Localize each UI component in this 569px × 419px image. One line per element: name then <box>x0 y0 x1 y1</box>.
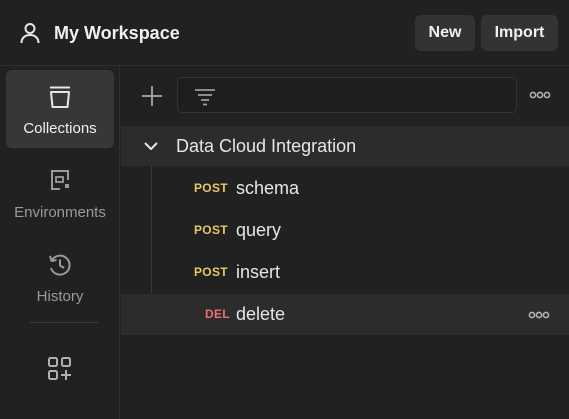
request-item[interactable]: POST insert <box>121 252 569 293</box>
request-item[interactable]: POST query <box>121 210 569 251</box>
filter-input[interactable] <box>177 77 517 113</box>
collection-row[interactable]: Data Cloud Integration <box>121 126 569 166</box>
sidebar-item-label: Collections <box>23 120 97 137</box>
add-apps-icon[interactable] <box>46 355 74 383</box>
sidebar-rail: Collections Environments History <box>0 66 120 419</box>
workspace-title[interactable]: My Workspace <box>54 22 180 44</box>
import-button[interactable]: Import <box>481 15 558 51</box>
chevron-down-icon[interactable] <box>143 139 159 153</box>
more-icon[interactable] <box>528 308 550 322</box>
sidebar-divider <box>30 322 98 323</box>
collection-name: Data Cloud Integration <box>176 136 357 156</box>
header: My Workspace New Import <box>0 0 569 66</box>
sidebar-item-label: Environments <box>14 204 106 221</box>
method-badge: POST <box>194 181 228 195</box>
request-name: schema <box>236 178 300 198</box>
request-item[interactable]: POST schema <box>121 168 569 209</box>
request-name: insert <box>236 262 281 282</box>
plus-icon[interactable] <box>140 84 164 108</box>
new-button[interactable]: New <box>415 15 475 51</box>
sidebar-item-environments[interactable]: Environments <box>6 154 114 232</box>
user-icon[interactable] <box>18 21 42 45</box>
method-badge: POST <box>194 223 228 237</box>
method-badge: DEL <box>205 307 230 321</box>
filter-icon <box>195 89 215 106</box>
sidebar-item-history[interactable]: History <box>6 238 114 316</box>
request-item[interactable]: DEL delete <box>121 294 569 335</box>
environment-icon <box>51 170 69 190</box>
request-name: query <box>236 220 282 240</box>
collections-toolbar <box>121 66 569 124</box>
more-icon[interactable] <box>529 88 551 102</box>
app-window: My Workspace New Import Collections Envi… <box>0 0 569 419</box>
method-badge: POST <box>194 265 228 279</box>
history-icon <box>49 254 71 276</box>
collection-icon <box>50 86 70 108</box>
request-name: delete <box>236 304 286 324</box>
sidebar-item-collections[interactable]: Collections <box>6 70 114 148</box>
sidebar-item-label: History <box>36 288 84 305</box>
